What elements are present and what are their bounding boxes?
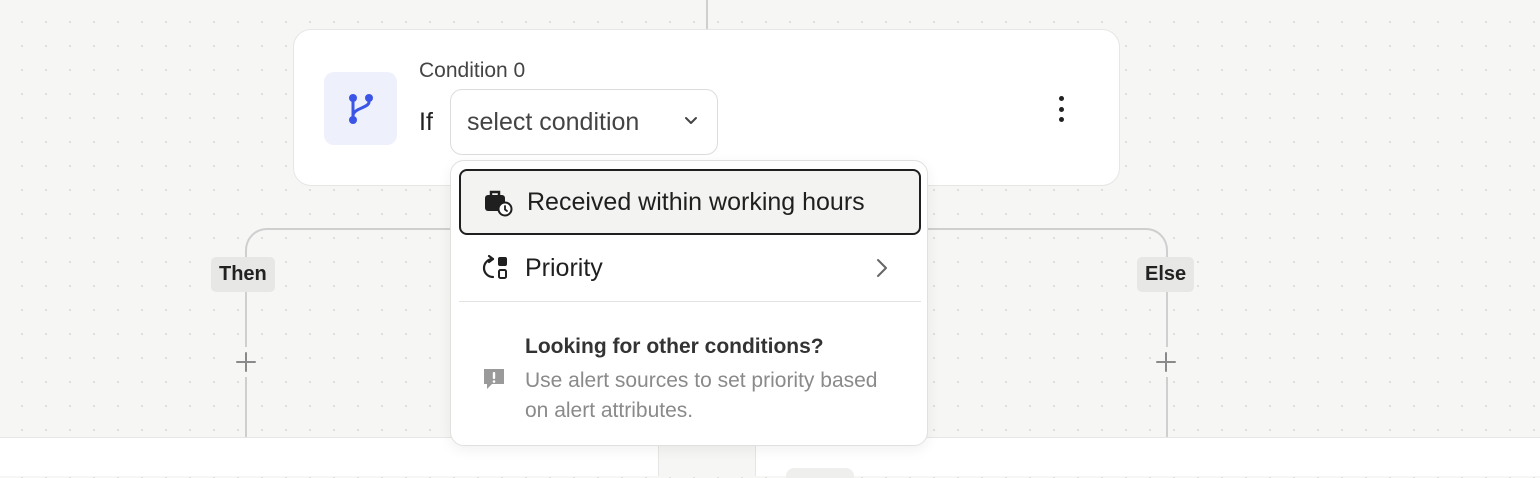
condition-dropdown: Received within working hours Priority L…	[450, 160, 928, 446]
kebab-dot	[1058, 96, 1064, 101]
then-branch-curve	[245, 228, 467, 290]
condition-title: Condition 0	[419, 59, 526, 82]
add-else-step-button[interactable]	[1151, 347, 1181, 377]
else-branch-curve	[920, 228, 1168, 290]
add-then-step-button[interactable]	[231, 347, 261, 377]
briefcase-clock-icon	[483, 187, 513, 217]
condition-icon-tile	[324, 72, 397, 145]
bottom-chip	[786, 468, 854, 478]
hint-title: Looking for other conditions?	[525, 335, 824, 358]
menu-divider	[459, 301, 921, 302]
priority-icon	[481, 253, 511, 283]
option-label: Received within working hours	[527, 187, 865, 216]
alert-message-icon	[481, 366, 507, 397]
option-received-within-working-hours[interactable]: Received within working hours	[459, 169, 921, 235]
kebab-dot	[1058, 106, 1064, 112]
kebab-dot	[1058, 117, 1064, 122]
option-label: Priority	[525, 253, 603, 282]
top-connector	[706, 0, 708, 29]
chevron-down-icon	[685, 117, 697, 124]
more-options-button[interactable]	[1047, 92, 1075, 126]
chevron-right-icon	[877, 259, 887, 277]
then-tag: Then	[211, 257, 275, 292]
if-label: If	[419, 108, 433, 136]
condition-select-placeholder: select condition	[467, 107, 640, 136]
condition-select[interactable]: select condition	[450, 89, 718, 155]
hint-body: Use alert sources to set priority based …	[525, 369, 878, 422]
else-tag: Else	[1137, 257, 1195, 292]
branch-icon	[348, 93, 373, 124]
option-priority[interactable]: Priority	[459, 235, 921, 301]
plus-icon	[236, 352, 256, 372]
plus-icon	[1156, 352, 1176, 372]
